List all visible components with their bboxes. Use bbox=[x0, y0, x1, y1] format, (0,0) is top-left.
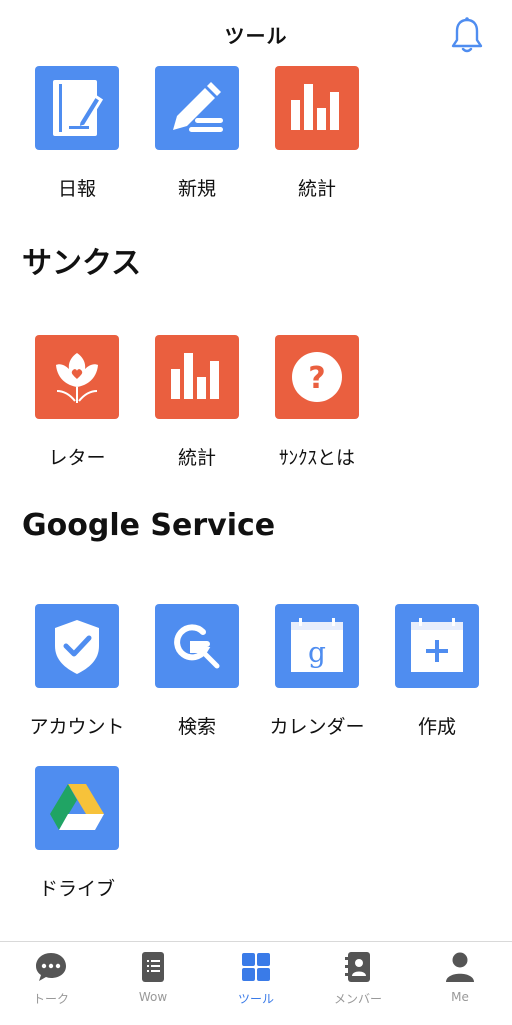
tile-label: アカウント bbox=[29, 716, 125, 738]
tile-label: レター bbox=[48, 447, 106, 469]
diary-icon bbox=[35, 66, 119, 150]
tab-label: Wow bbox=[138, 990, 168, 1004]
tile-label: 日報 bbox=[57, 178, 96, 200]
tile-label: 新規 bbox=[177, 178, 216, 200]
tab-label: トーク bbox=[32, 992, 69, 1006]
calendar-g-icon: g bbox=[275, 604, 359, 688]
thanks-tile-stats[interactable]: 統計 bbox=[140, 335, 260, 475]
tab-label: Me bbox=[451, 990, 469, 1004]
bar-chart-icon bbox=[275, 66, 359, 150]
google-tile-drive[interactable]: ドライブ bbox=[20, 766, 140, 906]
tool-tile-daily-report[interactable]: 日報 bbox=[20, 66, 140, 206]
pencil-icon bbox=[155, 66, 239, 150]
shield-check-icon bbox=[35, 604, 119, 688]
svg-text:g: g bbox=[308, 636, 326, 669]
google-tile-calendar[interactable]: g カレンダー bbox=[260, 604, 380, 744]
section-title-thanks: サンクス bbox=[22, 246, 142, 281]
bottom-tab-bar: トーク Wow ツール メンバー Me bbox=[0, 941, 512, 1025]
tile-label: 検索 bbox=[177, 716, 216, 738]
tab-label: ツール bbox=[237, 992, 274, 1006]
person-icon bbox=[443, 950, 477, 984]
page-title: ツール bbox=[224, 24, 288, 48]
tab-tools[interactable]: ツール bbox=[205, 950, 307, 1014]
tool-tile-stats[interactable]: 統計 bbox=[260, 66, 380, 206]
tab-me[interactable]: Me bbox=[409, 950, 511, 1014]
question-icon: ? bbox=[275, 335, 359, 419]
bar-chart-icon bbox=[155, 335, 239, 419]
google-tile-search[interactable]: 検索 bbox=[140, 604, 260, 744]
tile-label: ドライブ bbox=[38, 878, 115, 900]
svg-text:?: ? bbox=[308, 361, 325, 396]
notification-bell-icon[interactable] bbox=[450, 16, 484, 54]
tab-members[interactable]: メンバー bbox=[307, 950, 409, 1014]
header: ツール bbox=[0, 0, 512, 62]
calendar-plus-icon bbox=[395, 604, 479, 688]
google-tile-account[interactable]: アカウント bbox=[20, 604, 140, 744]
tab-wow[interactable]: Wow bbox=[102, 950, 204, 1014]
grid-icon bbox=[239, 950, 273, 984]
tab-label: メンバー bbox=[333, 992, 382, 1006]
thanks-tile-about[interactable]: ? ｻﾝｸｽとは bbox=[260, 335, 380, 475]
drive-icon bbox=[35, 766, 119, 850]
contact-book-icon bbox=[341, 950, 375, 984]
chat-bubble-icon bbox=[34, 950, 68, 984]
section-title-google: Google Service bbox=[22, 508, 276, 543]
tile-label: 統計 bbox=[177, 447, 216, 469]
tile-label: 作成 bbox=[417, 716, 456, 738]
document-list-icon bbox=[136, 950, 170, 984]
tile-label: 統計 bbox=[297, 178, 336, 200]
search-g-icon bbox=[155, 604, 239, 688]
tile-label: ｻﾝｸｽとは bbox=[278, 447, 355, 469]
thanks-tile-letter[interactable]: レター bbox=[20, 335, 140, 475]
google-tile-create[interactable]: 作成 bbox=[380, 604, 500, 744]
flower-heart-icon bbox=[35, 335, 119, 419]
tab-talk[interactable]: トーク bbox=[0, 950, 102, 1014]
tile-label: カレンダー bbox=[269, 716, 365, 738]
tool-tile-new[interactable]: 新規 bbox=[140, 66, 260, 206]
